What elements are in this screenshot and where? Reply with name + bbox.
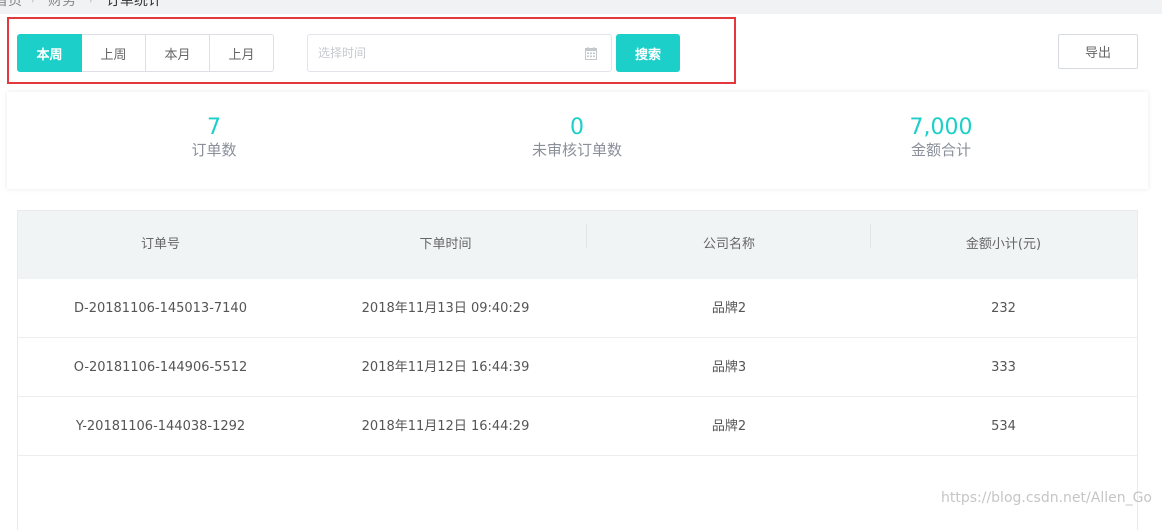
column-divider [586,224,587,248]
stat-value: 7 [207,115,221,140]
breadcrumb-separator: / [90,0,94,4]
cell-company: 品牌2 [711,419,747,434]
period-button-group: 本周 上周 本月 上月 [17,34,274,72]
table-row[interactable]: D-20181106-145013-7140 2018年11月13日 09:40… [18,279,1137,338]
column-header-order-no: 订单号 [140,237,180,252]
column-header-company: 公司名称 [702,237,755,252]
cell-order-no: Y-20181106-144038-1292 [75,419,246,434]
cell-order-no: O-20181106-144906-5512 [73,360,248,375]
stats-card: 7 订单数 0 未审核订单数 7,000 金额合计 [7,92,1148,189]
cell-amount: 232 [991,301,1016,316]
export-button[interactable]: 导出 [1058,34,1138,69]
table-header: 订单号 下单时间 公司名称 金额小计(元) [18,211,1137,279]
period-this-week-button[interactable]: 本周 [17,34,82,72]
stat-label: 金额合计 [910,141,971,159]
cell-order-time: 2018年11月12日 16:44:29 [361,419,530,434]
column-header-amount: 金额小计(元) [965,237,1042,252]
date-picker[interactable] [307,34,612,72]
table-row[interactable]: O-20181106-144906-5512 2018年11月12日 16:44… [18,338,1137,397]
stat-value: 0 [570,115,584,140]
cell-order-no: D-20181106-145013-7140 [74,301,247,316]
breadcrumb-item-finance[interactable]: 财务 [48,0,76,10]
stat-label: 未审核订单数 [531,141,622,159]
cell-amount: 333 [991,360,1016,375]
stat-label: 订单数 [191,141,237,159]
stat-value: 7,000 [909,115,973,140]
watermark: https://blog.csdn.net/Allen_Go [940,490,1152,506]
stat-unreviewed-count: 0 未审核订单数 [457,116,697,160]
breadcrumb-separator: / [32,0,36,4]
stat-order-count: 7 订单数 [94,116,334,160]
breadcrumb: 首页 / 财务 / 订单统计 [0,0,1162,14]
orders-table: 订单号 下单时间 公司名称 金额小计(元) D-20181106-145013-… [17,210,1138,530]
period-last-week-button[interactable]: 上周 [81,34,146,72]
date-input[interactable] [318,35,568,71]
cell-company: 品牌3 [711,360,747,375]
column-header-order-time: 下单时间 [419,237,472,252]
cell-order-time: 2018年11月13日 09:40:29 [361,301,530,316]
cell-amount: 534 [991,419,1016,434]
stat-amount-total: 7,000 金额合计 [821,116,1061,160]
breadcrumb-item-current: 订单统计 [106,0,162,9]
breadcrumb-item-home[interactable]: 首页 [0,0,22,10]
period-last-month-button[interactable]: 上月 [209,34,274,72]
cell-order-time: 2018年11月12日 16:44:39 [361,360,530,375]
calendar-icon[interactable] [585,47,597,60]
search-button[interactable]: 搜索 [616,34,680,72]
period-this-month-button[interactable]: 本月 [145,34,210,72]
cell-company: 品牌2 [711,301,747,316]
table-row[interactable]: Y-20181106-144038-1292 2018年11月12日 16:44… [18,397,1137,456]
